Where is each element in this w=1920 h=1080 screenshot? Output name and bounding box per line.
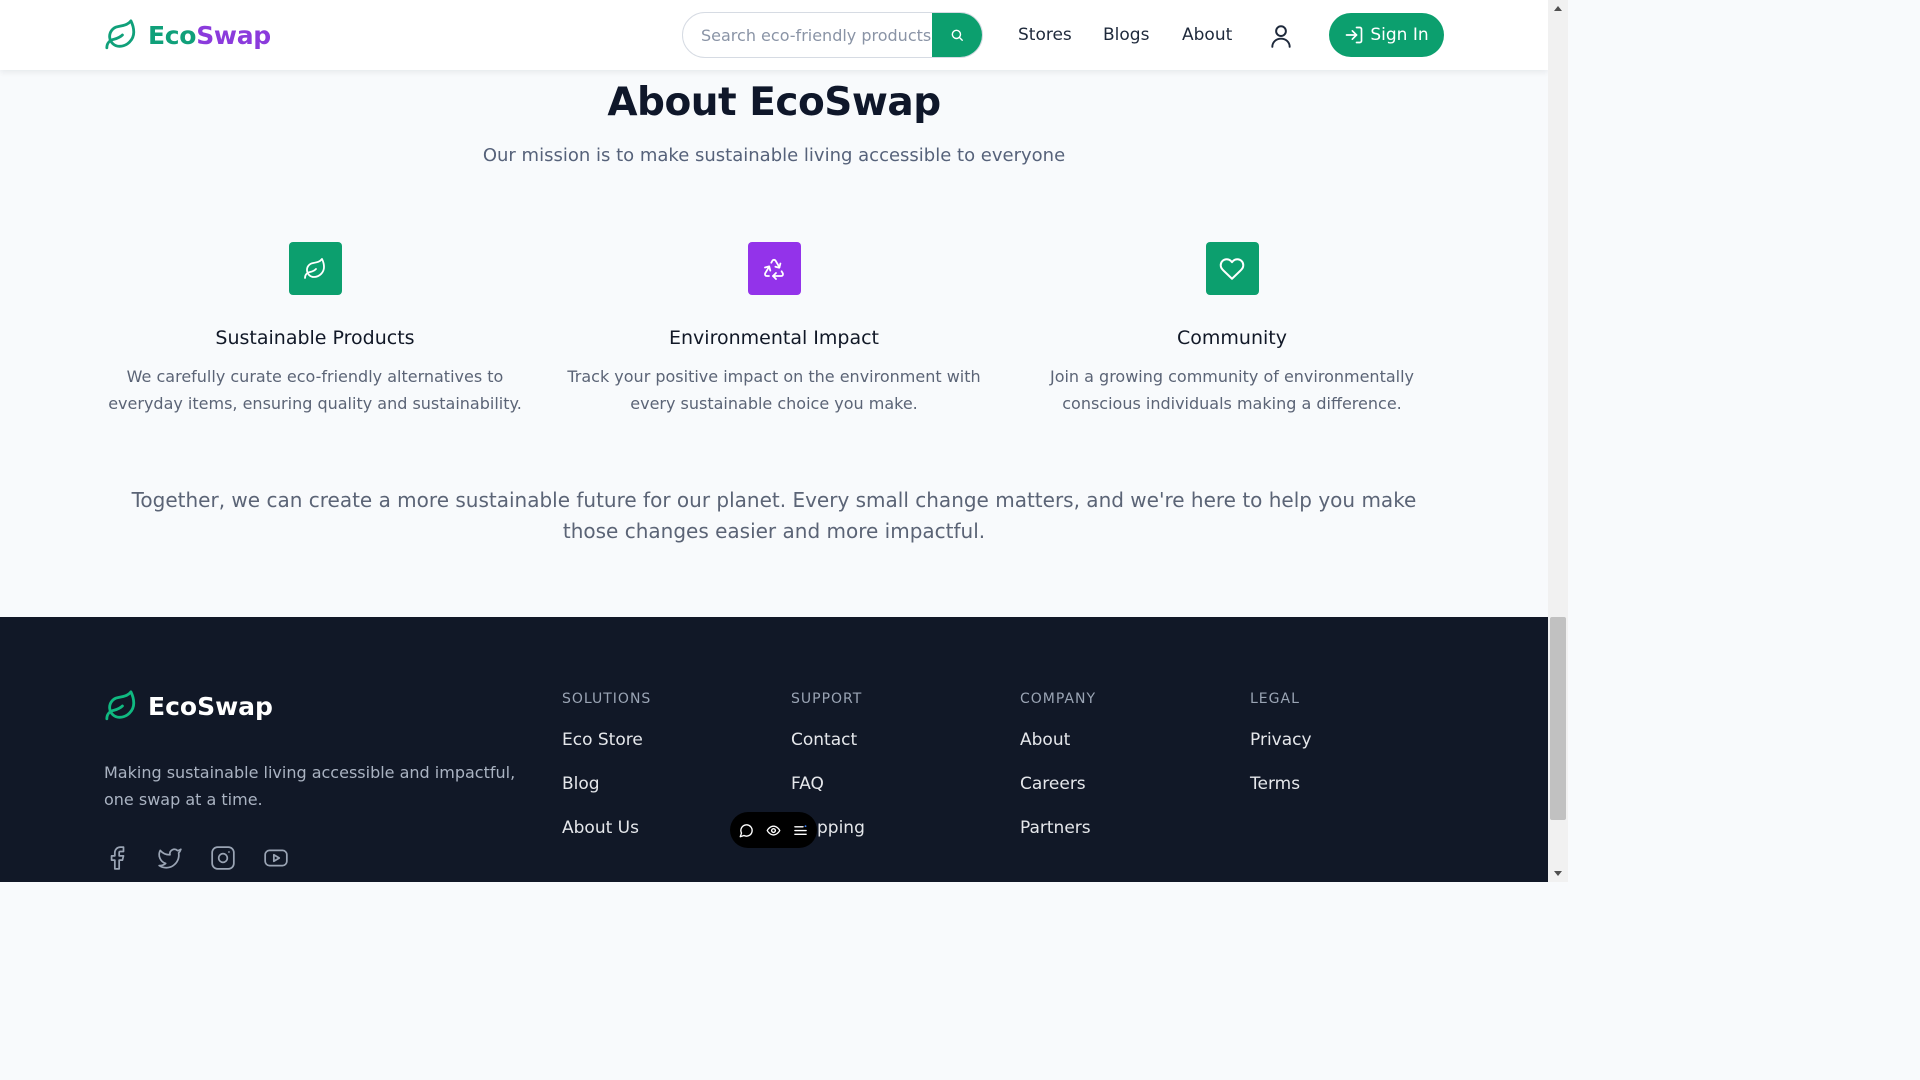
footer-link[interactable]: Eco Store <box>562 729 651 751</box>
footer-logo[interactable]: EcoSwap <box>104 689 273 723</box>
footer-column-heading: LEGAL <box>1250 691 1300 707</box>
scrollbar-thumb[interactable] <box>1550 617 1566 820</box>
footer-link[interactable]: Privacy <box>1250 729 1312 751</box>
footer-link[interactable]: FAQ <box>791 773 865 795</box>
footer-link[interactable]: Blog <box>562 773 651 795</box>
search-input[interactable] <box>683 13 932 57</box>
floating-toolbar <box>730 812 817 848</box>
logo-text: EcoSwap <box>148 23 271 48</box>
footer-link[interactable]: Careers <box>1020 773 1096 795</box>
sign-in-label: Sign In <box>1370 25 1429 45</box>
heart-icon <box>1219 257 1245 280</box>
feature-sustainable-products: Sustainable Products We carefully curate… <box>105 242 525 417</box>
scroll-down-button[interactable] <box>1548 865 1568 882</box>
eye-icon[interactable] <box>766 823 781 838</box>
search-button[interactable] <box>932 13 982 57</box>
feature-title: Community <box>1177 327 1287 349</box>
footer-column-legal: LEGAL Privacy Terms <box>1250 691 1312 795</box>
twitter-icon[interactable] <box>157 845 183 871</box>
recycle-icon <box>764 258 784 280</box>
feature-icon-box <box>288 242 342 295</box>
nav-blogs[interactable]: Blogs <box>1103 24 1149 46</box>
footer-logo-text: EcoSwap <box>148 691 273 721</box>
footer-link[interactable]: Contact <box>791 729 865 751</box>
login-icon <box>1346 26 1363 44</box>
page: EcoSwap Stores Blogs About Sign In About… <box>0 0 1548 882</box>
about-title: About EcoSwap <box>607 80 941 125</box>
feature-description: Track your positive impact on the enviro… <box>567 367 981 413</box>
feature-title: Sustainable Products <box>215 327 415 349</box>
nav-stores[interactable]: Stores <box>1018 24 1072 46</box>
user-icon <box>1271 25 1291 48</box>
facebook-icon[interactable] <box>104 845 130 871</box>
leaf-logo-icon <box>105 19 136 50</box>
footer-column-company: COMPANY About Careers Partners <box>1020 691 1096 839</box>
footer-tagline: Making sustainable living accessible and… <box>104 763 516 809</box>
logo-text-swap: Swap <box>196 20 271 50</box>
instagram-icon[interactable] <box>210 845 236 871</box>
leaf-logo-icon <box>105 690 136 721</box>
sign-in-button[interactable]: Sign In <box>1329 13 1444 57</box>
feature-community: Community Join a growing community of en… <box>1022 242 1442 417</box>
leaf-icon <box>304 257 325 279</box>
search-bar <box>682 12 983 58</box>
footer-column-heading: COMPANY <box>1020 691 1097 707</box>
comment-icon[interactable] <box>739 823 754 838</box>
closing-statement: Together, we can create a more sustainab… <box>131 488 1417 543</box>
feature-icon-box <box>1205 242 1259 295</box>
about-subtitle: Our mission is to make sustainable livin… <box>482 145 1066 166</box>
logo-text-eco: Eco <box>148 20 197 50</box>
list-icon[interactable] <box>793 823 808 838</box>
footer-column-heading: SOLUTIONS <box>562 691 652 707</box>
logo[interactable]: EcoSwap <box>104 18 271 52</box>
page-scrollbar[interactable] <box>1548 0 1568 882</box>
scroll-up-button[interactable] <box>1548 0 1568 17</box>
arrow-up-icon <box>1554 6 1562 11</box>
user-account-button[interactable] <box>1268 22 1294 50</box>
nav-about[interactable]: About <box>1182 24 1232 46</box>
feature-environmental-impact: Environmental Impact Track your positive… <box>564 242 984 417</box>
site-header: EcoSwap Stores Blogs About Sign In <box>0 0 1548 70</box>
footer-link[interactable]: About <box>1020 729 1096 751</box>
footer-link[interactable]: Partners <box>1020 817 1096 839</box>
feature-description: We carefully curate eco-friendly alterna… <box>108 367 522 413</box>
footer-column-heading: SUPPORT <box>791 691 863 707</box>
footer-link[interactable]: Terms <box>1250 773 1312 795</box>
feature-title: Environmental Impact <box>669 327 879 349</box>
footer-column-solutions: SOLUTIONS Eco Store Blog About Us <box>562 691 651 839</box>
social-links <box>104 845 289 871</box>
youtube-icon[interactable] <box>263 845 289 871</box>
feature-description: Join a growing community of environmenta… <box>1049 367 1415 413</box>
arrow-down-icon <box>1554 871 1562 876</box>
feature-icon-box <box>747 242 801 295</box>
footer-link[interactable]: About Us <box>562 817 651 839</box>
search-icon <box>951 29 963 41</box>
